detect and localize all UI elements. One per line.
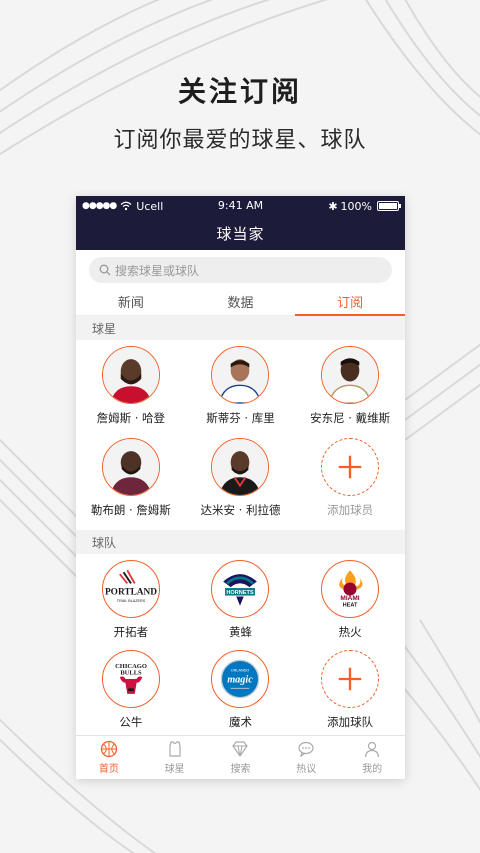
svg-text:magic: magic bbox=[228, 675, 254, 686]
jersey-icon bbox=[169, 741, 181, 757]
hornets-logo: HORNETS bbox=[211, 560, 270, 618]
tab-bar: 新闻 数据 订阅 bbox=[76, 288, 405, 316]
search-icon bbox=[99, 264, 111, 276]
svg-text:TRAIL BLAZERS: TRAIL BLAZERS bbox=[117, 599, 146, 603]
player-name: 达米安 · 利拉德 bbox=[200, 503, 281, 517]
add-team-circle bbox=[321, 650, 380, 708]
bottom-nav: 首页 球星 搜索 热议 我的 bbox=[76, 735, 405, 779]
player-name: 安东尼 · 戴维斯 bbox=[310, 411, 391, 425]
team-name: 开拓者 bbox=[113, 625, 149, 639]
app-title: 球当家 bbox=[76, 216, 405, 250]
team-item[interactable]: HORNETS 黄蜂 bbox=[186, 560, 296, 650]
player-name: 斯蒂芬 · 库里 bbox=[206, 411, 275, 425]
team-item[interactable]: ORLANDO magic 魔术 bbox=[186, 650, 296, 740]
trail-blazers-logo: PORTLAND TRAIL BLAZERS bbox=[101, 560, 160, 618]
carrier-label: Ucell bbox=[136, 199, 164, 213]
add-team-button[interactable]: 添加球队 bbox=[295, 650, 405, 740]
nav-search-label: 搜索 bbox=[230, 764, 251, 775]
plus-icon bbox=[338, 455, 362, 479]
bluetooth-icon: ✱ bbox=[328, 199, 338, 213]
player-avatar bbox=[211, 438, 270, 496]
svg-text:ORLANDO: ORLANDO bbox=[231, 669, 249, 673]
basketball-icon bbox=[100, 740, 118, 758]
nav-search[interactable]: 搜索 bbox=[208, 736, 274, 779]
player-item[interactable]: 达米安 · 利拉德 bbox=[186, 438, 296, 530]
player-item[interactable]: 斯蒂芬 · 库里 bbox=[186, 346, 296, 438]
team-name: 魔术 bbox=[228, 715, 252, 729]
svg-text:HORNETS: HORNETS bbox=[227, 590, 255, 596]
nav-players-label: 球星 bbox=[164, 764, 185, 775]
tab-news[interactable]: 新闻 bbox=[76, 288, 186, 315]
signal-icon: ●●●●● bbox=[82, 201, 117, 211]
team-item[interactable]: PORTLAND TRAIL BLAZERS 开拓者 bbox=[76, 560, 186, 650]
player-avatar bbox=[101, 346, 160, 404]
svg-text:MIAMI: MIAMI bbox=[341, 595, 360, 602]
team-name: 黄蜂 bbox=[228, 625, 252, 639]
chat-icon bbox=[298, 741, 314, 758]
tab-stats[interactable]: 数据 bbox=[186, 288, 296, 315]
add-team-label: 添加球队 bbox=[327, 715, 374, 729]
phone-screen: ●●●●● Ucell 9:41 AM ✱ 100% 球当家 搜索球星或球队 新… bbox=[76, 196, 405, 779]
nav-players[interactable]: 球星 bbox=[142, 736, 208, 779]
promo-subtitle: 订阅你最爱的球星、球队 bbox=[113, 128, 367, 153]
player-item[interactable]: 安东尼 · 戴维斯 bbox=[295, 346, 405, 438]
nav-home-label: 首页 bbox=[98, 764, 119, 775]
magic-logo: ORLANDO magic bbox=[211, 650, 270, 708]
battery-icon bbox=[377, 201, 401, 211]
nav-profile[interactable]: 我的 bbox=[339, 736, 405, 779]
svg-text:HEAT: HEAT bbox=[343, 603, 358, 609]
nav-discussion-label: 热议 bbox=[296, 764, 317, 775]
player-avatar bbox=[101, 438, 160, 496]
player-avatar bbox=[321, 346, 380, 404]
players-section-header: 球星 bbox=[76, 316, 405, 340]
player-item[interactable]: 詹姆斯 · 哈登 bbox=[76, 346, 186, 438]
search-input[interactable]: 搜索球星或球队 bbox=[89, 257, 392, 283]
tab-subscribe[interactable]: 订阅 bbox=[295, 288, 405, 316]
player-name: 詹姆斯 · 哈登 bbox=[96, 411, 166, 425]
bulls-logo: CHICAGO BULLS bbox=[101, 650, 160, 708]
add-player-button[interactable]: 添加球员 bbox=[295, 438, 405, 530]
team-item[interactable]: MIAMI HEAT 热火 bbox=[295, 560, 405, 650]
status-bar: ●●●●● Ucell 9:41 AM ✱ 100% bbox=[76, 196, 405, 216]
wifi-icon bbox=[120, 201, 132, 211]
team-name: 热火 bbox=[338, 625, 362, 639]
add-player-label: 添加球员 bbox=[327, 503, 374, 517]
teams-section-header: 球队 bbox=[76, 530, 405, 554]
diamond-icon bbox=[232, 741, 249, 758]
player-avatar bbox=[211, 346, 270, 404]
nav-profile-label: 我的 bbox=[362, 764, 383, 775]
plus-icon bbox=[338, 667, 362, 691]
teams-grid: PORTLAND TRAIL BLAZERS 开拓者 HORNETS 黄蜂 MI… bbox=[76, 554, 405, 740]
nav-home[interactable]: 首页 bbox=[76, 736, 142, 779]
nav-discussion[interactable]: 热议 bbox=[273, 736, 339, 779]
team-name: 公牛 bbox=[119, 715, 143, 729]
promo-title: 关注订阅 bbox=[177, 75, 302, 108]
svg-text:BULLS: BULLS bbox=[120, 669, 142, 676]
add-player-circle bbox=[321, 438, 380, 496]
players-grid: 詹姆斯 · 哈登 斯蒂芬 · 库里 安东尼 · 戴维斯 勒布朗 · 詹姆斯 达米… bbox=[76, 340, 405, 530]
player-name: 勒布朗 · 詹姆斯 bbox=[90, 503, 171, 517]
player-item[interactable]: 勒布朗 · 詹姆斯 bbox=[76, 438, 186, 530]
user-icon bbox=[364, 741, 380, 758]
svg-text:PORTLAND: PORTLAND bbox=[105, 588, 157, 598]
heat-logo: MIAMI HEAT bbox=[321, 560, 380, 618]
battery-percent: 100% bbox=[340, 199, 372, 213]
search-placeholder: 搜索球星或球队 bbox=[115, 263, 200, 278]
team-item[interactable]: CHICAGO BULLS 公牛 bbox=[76, 650, 186, 740]
